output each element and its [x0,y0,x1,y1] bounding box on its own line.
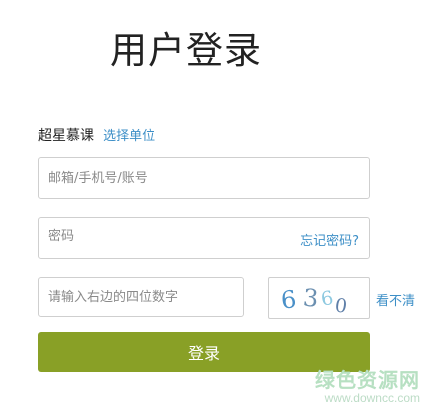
captcha-digit: 6 [319,287,335,311]
password-field: 忘记密码? [38,217,370,259]
select-org-link[interactable]: 选择单位 [103,129,155,144]
captcha-refresh-link[interactable]: 看不清 [376,290,415,309]
account-input[interactable] [39,158,369,198]
captcha-input[interactable] [39,278,243,316]
captcha-field [38,277,244,317]
forgot-password-link[interactable]: 忘记密码? [300,230,359,249]
login-button[interactable]: 登录 [38,332,370,372]
account-field [38,157,370,199]
captcha-image[interactable]: 6 3 6 0 [268,277,370,319]
watermark: 绿色资源网 www.downcc.com [315,369,420,405]
page-title: 用户登录 [110,29,262,72]
captcha-digit: 0 [333,294,348,317]
captcha-digit: 6 [280,285,298,314]
captcha-digit: 3 [302,284,320,313]
org-name: 超星慕课 [38,128,94,144]
org-row: 超星慕课 选择单位 [38,126,155,146]
watermark-url: www.downcc.com [324,391,420,405]
captcha-svg: 6 3 6 0 [280,284,349,318]
watermark-text: 绿色资源网 [315,368,420,392]
